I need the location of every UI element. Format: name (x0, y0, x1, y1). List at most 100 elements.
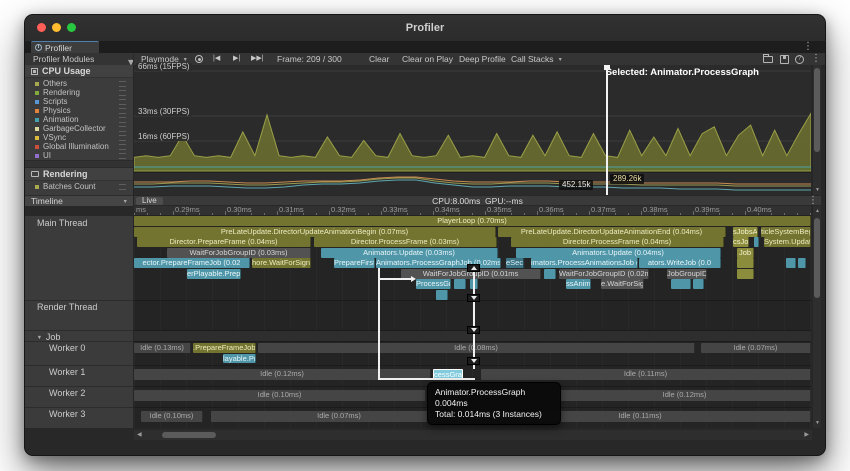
timeline-sample-bar[interactable]: layable.Pre (223, 354, 256, 363)
scroll-right-arrow-icon[interactable]: ▶ (804, 430, 809, 440)
legend-drag-handle-icon[interactable] (119, 81, 126, 87)
track-label-render-thread[interactable]: Render Thread (37, 302, 97, 312)
timeline-sample-bar[interactable] (671, 279, 691, 289)
next-frame-button[interactable]: ▶| (233, 53, 240, 65)
timeline-sample-bar[interactable]: JobGroupID (667, 269, 707, 279)
timeline-sample-bar[interactable]: e.WaitForSigna (601, 279, 644, 289)
legend-drag-handle-icon[interactable] (119, 184, 126, 190)
timeline-sample-bar[interactable]: PreLateUpdate.DirectorUpdateAnimationEnd… (498, 227, 726, 237)
flow-event-up-icon[interactable] (467, 264, 480, 272)
legend-drag-handle-icon[interactable] (119, 153, 126, 159)
idle-bar[interactable]: Idle (0.11ms) (481, 369, 811, 380)
timeline-sample-bar[interactable] (693, 279, 704, 289)
idle-bar[interactable]: Idle (0.10ms) (141, 411, 203, 422)
view-mode-dropdown[interactable]: Timeline ▼ (25, 195, 133, 206)
legend-drag-handle-icon[interactable] (119, 90, 126, 96)
legend-item[interactable]: Rendering (25, 88, 133, 97)
timeline-sample-bar[interactable] (737, 258, 754, 268)
timeline-sample-bar[interactable]: ticleSystemBegin (761, 227, 811, 237)
idle-bar[interactable]: Idle (0.12ms) (559, 390, 811, 401)
timeline-sample-bar[interactable] (544, 269, 556, 279)
flow-event-down-icon[interactable] (467, 357, 480, 365)
scroll-down-arrow-icon[interactable]: ▼ (813, 419, 822, 427)
timeline-sample-bar[interactable]: erPlayable.Prepar (187, 269, 241, 279)
deep-profile-button[interactable]: Deep Profile (459, 53, 506, 65)
timeline-sample-bar[interactable] (454, 279, 466, 289)
legend-item[interactable]: Others (25, 79, 133, 88)
legend-drag-handle-icon[interactable] (119, 99, 126, 105)
timeline-sample-bar[interactable]: PrepareFirstPa (334, 258, 375, 268)
tab-profiler[interactable]: Profiler (31, 41, 99, 53)
timeline-sample-bar[interactable]: PreLateUpdate.DirectorUpdateAnimationBeg… (134, 227, 496, 237)
timeline-sample-bar[interactable]: Animators.Update (0.04ms) (516, 248, 721, 258)
scroll-down-arrow-icon[interactable]: ▼ (813, 186, 822, 194)
timeline-sample-bar[interactable]: WaitForJobGroupID (0.03ms) (167, 248, 311, 258)
legend-drag-handle-icon[interactable] (119, 117, 126, 123)
legend-drag-handle-icon[interactable] (119, 135, 126, 141)
timeline-sample-bar[interactable]: Director.PrepareFrame (0.04ms) (137, 237, 311, 247)
legend-item[interactable]: Animation (25, 115, 133, 124)
legend-drag-handle-icon[interactable] (119, 108, 126, 114)
clear-on-play-button[interactable]: Clear on Play (402, 53, 453, 65)
legend-item[interactable]: Scripts (25, 97, 133, 106)
clear-button[interactable]: Clear (369, 53, 389, 65)
flow-event-down-icon[interactable] (467, 294, 480, 302)
timeline-vertical-scrollbar[interactable]: ▲ ▼ (812, 206, 821, 428)
prev-frame-button[interactable]: |◀ (213, 53, 220, 65)
timeline-sample-bar[interactable] (754, 237, 759, 247)
idle-bar[interactable]: Idle (0.08ms) (258, 343, 695, 353)
tab-menu-kebab-icon[interactable]: ⋮ (803, 42, 813, 52)
timeline-sample-bar[interactable] (737, 269, 754, 279)
legend-drag-handle-icon[interactable] (119, 126, 126, 132)
timeline-sample-bar[interactable]: eSec (506, 258, 524, 268)
charts-area[interactable] (134, 65, 811, 195)
timeline-sample-bar[interactable]: ssAnim (566, 279, 591, 289)
profiler-modules-dropdown[interactable]: Profiler Modules (33, 53, 94, 65)
toolbar-kebab-icon[interactable]: ⋮ (811, 54, 821, 64)
timeline-sample-bar[interactable]: ators.WriteJob (0.0 (639, 258, 721, 268)
timeline-sample-bar[interactable]: Animators.ProcessGraphJob (0.02ms (376, 258, 501, 268)
timeline-sample-bar[interactable] (798, 258, 806, 268)
legend-item[interactable]: Physics (25, 106, 133, 115)
help-icon[interactable]: ? (795, 55, 804, 64)
legend-item[interactable]: Batches Count (25, 182, 133, 191)
timeline-sample-bar[interactable]: System.Update ( (764, 237, 811, 247)
timeline-sample-bar[interactable]: hore.WaitForSignal ( (252, 258, 311, 268)
timeline-sample-bar[interactable]: Director.ProcessFrame (0.03ms) (314, 237, 497, 247)
legend-item[interactable]: UI (25, 151, 133, 160)
legend-item[interactable]: VSync (25, 133, 133, 142)
scrollbar-thumb[interactable] (814, 218, 820, 298)
flow-event-down-icon[interactable] (467, 326, 480, 334)
track-label-worker-3[interactable]: Worker 3 (49, 409, 85, 419)
current-frame-button[interactable]: ▶▶| (251, 53, 264, 65)
timeline-sample-bar[interactable] (786, 258, 796, 268)
timeline-sample-bar[interactable]: ProcessGraph (416, 279, 451, 289)
scrollbar-thumb[interactable] (162, 432, 216, 438)
idle-bar[interactable]: Idle (0.10ms) (134, 390, 426, 401)
track-label-main-thread[interactable]: Main Thread (37, 218, 87, 228)
legend-item[interactable]: GarbageCollector (25, 124, 133, 133)
timeline-sample-bar[interactable]: Job (737, 248, 754, 258)
timeline-sample-bar[interactable]: imators.ProcessAnimationsJob (0.02m (531, 258, 638, 268)
frame-indicator-line[interactable] (606, 65, 608, 195)
track-label-worker-0[interactable]: Worker 0 (49, 343, 85, 353)
track-label-worker-1[interactable]: Worker 1 (49, 367, 85, 377)
record-icon[interactable] (195, 55, 203, 63)
timeline-sample-bar[interactable]: WaitForJobGroupID (0.02ms) (559, 269, 649, 279)
cpu-usage-module-header[interactable]: CPU Usage (25, 65, 133, 78)
scroll-up-arrow-icon[interactable]: ▲ (813, 207, 822, 215)
timeline-sample-bar[interactable]: Animators.Update (0.03ms) (321, 248, 498, 258)
timeline-kebab-icon[interactable]: ⋮ (808, 196, 818, 206)
timeline-sample-bar[interactable]: csJob (733, 237, 749, 247)
rendering-module-header[interactable]: Rendering (25, 168, 133, 181)
legend-drag-handle-icon[interactable] (119, 144, 126, 150)
timeline-horizontal-scrollbar[interactable]: ◀ ▶ (134, 429, 812, 440)
timeline-sample-bar[interactable]: PlayerLoop (0.70ms) (134, 216, 811, 226)
scroll-left-arrow-icon[interactable]: ◀ (137, 430, 142, 440)
timeline-sample-bar[interactable] (436, 290, 448, 300)
time-ruler[interactable]: ms0.29ms0.30ms0.31ms0.32ms0.33ms0.34ms0.… (134, 206, 811, 216)
track-label-worker-2[interactable]: Worker 2 (49, 388, 85, 398)
charts-vertical-scrollbar[interactable]: ▼ (812, 65, 821, 195)
legend-item[interactable]: Global Illumination (25, 142, 133, 151)
load-profile-icon[interactable] (763, 56, 773, 63)
